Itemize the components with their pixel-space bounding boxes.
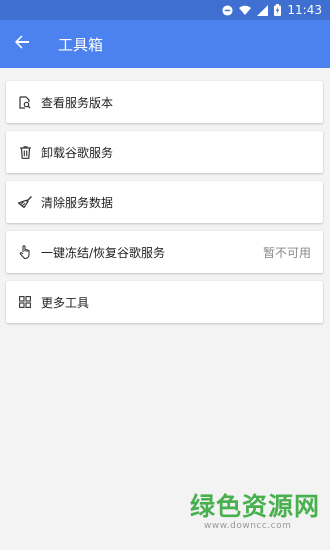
tool-item-more-tools[interactable]: 更多工具	[6, 281, 323, 323]
tool-label: 一键冻结/恢复谷歌服务	[41, 245, 166, 260]
tool-status: 暂不可用	[262, 245, 311, 260]
tool-label: 更多工具	[41, 295, 90, 310]
status-time: 11:43	[287, 3, 322, 17]
app-bar: 工具箱	[0, 20, 330, 68]
trash-icon	[18, 145, 32, 159]
signal-icon	[257, 4, 269, 16]
arrow-left-icon	[14, 34, 30, 54]
broom-icon	[18, 195, 32, 209]
watermark-title: 绿色资源网	[190, 492, 321, 521]
watermark: 绿色资源网 www.downcc.com	[190, 492, 321, 532]
tool-label: 查看服务版本	[41, 95, 114, 110]
tool-label: 卸载谷歌服务	[41, 145, 114, 160]
back-button[interactable]	[0, 20, 44, 68]
tool-list: 查看服务版本 卸载谷歌服务 清除服务数据 一键冻结/恢复谷歌服务 暂不可用 更多…	[6, 81, 323, 331]
tool-label: 清除服务数据	[41, 195, 114, 210]
status-bar: 11:43	[0, 0, 330, 20]
tool-item-clear-data[interactable]: 清除服务数据	[6, 181, 323, 223]
tool-item-check-version[interactable]: 查看服务版本	[6, 81, 323, 123]
minus-circle-icon	[222, 4, 233, 16]
grid-icon	[18, 295, 32, 309]
file-search-icon	[18, 95, 32, 109]
page-title: 工具箱	[58, 35, 104, 54]
battery-charging-icon	[274, 4, 282, 16]
watermark-url: www.downcc.com	[204, 521, 292, 531]
touch-hand-icon	[18, 245, 32, 259]
tool-item-freeze-restore[interactable]: 一键冻结/恢复谷歌服务 暂不可用	[6, 231, 323, 273]
wifi-icon	[239, 5, 252, 16]
tool-item-uninstall[interactable]: 卸载谷歌服务	[6, 131, 323, 173]
